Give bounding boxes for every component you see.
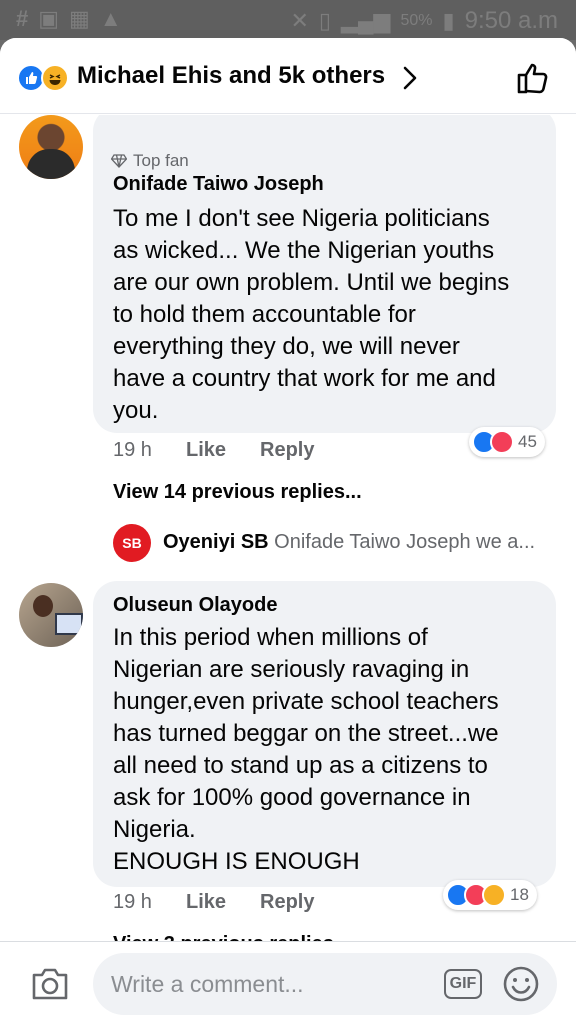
avatar[interactable] [19, 583, 83, 647]
wow-reaction-icon [482, 883, 506, 907]
battery-percent: 50% [400, 12, 433, 29]
comment-actions: 19 h Like Reply [113, 891, 314, 914]
reaction-icons [17, 64, 73, 92]
camera-icon[interactable] [30, 966, 70, 1007]
status-time: 9:50 a.m [464, 7, 558, 34]
top-fan-badge: Top fan [111, 151, 189, 171]
comment-input-wrapper: GIF [93, 953, 557, 1015]
reaction-count: 45 [518, 432, 537, 451]
reply-snippet: Onifade Taiwo Joseph we a... [274, 531, 536, 553]
like-button[interactable]: Like [186, 891, 260, 914]
reactions-summary[interactable]: Michael Ehis and 5k others [77, 62, 385, 90]
reaction-count: 18 [510, 885, 529, 904]
comment-text: To me I don't see Nigeria politicians as… [113, 205, 510, 424]
comments-sheet: Michael Ehis and 5k others Top fan Onifa… [0, 38, 576, 1024]
thumbs-up-icon[interactable] [515, 60, 551, 101]
comment-composer: GIF [0, 941, 576, 1024]
comment-input[interactable] [111, 967, 431, 1001]
vibrate-icon: ▯ [318, 8, 332, 33]
reaction-count-badge[interactable]: 18 [443, 880, 537, 910]
haha-reaction-icon [41, 64, 69, 92]
reply-button[interactable]: Reply [260, 891, 314, 914]
comment-author[interactable]: Oluseun Olayode [113, 594, 277, 617]
hash-icon: # [16, 6, 29, 31]
gallery-icon: ▦ [69, 6, 90, 31]
comment-list[interactable]: Top fan Onifade Taiwo Joseph To me I don… [0, 115, 576, 941]
status-bar: # ▣ ▦ ▲ ✕ ▯ ▂▄▆ 50% ▮ 9:50 a.m [0, 0, 576, 40]
gif-button[interactable]: GIF [444, 969, 482, 999]
comment-author[interactable]: Onifade Taiwo Joseph [113, 173, 324, 196]
comment-text: In this period when millions of Nigerian… [113, 624, 499, 875]
view-previous-replies[interactable]: View 3 previous replies... [113, 933, 351, 941]
diamond-icon [111, 154, 127, 168]
avatar[interactable] [19, 115, 83, 179]
mute-icon: ✕ [290, 8, 309, 33]
status-notification-icons: # ▣ ▦ ▲ [16, 6, 122, 32]
comment-time: 19 h [113, 439, 152, 461]
emoji-icon[interactable] [502, 965, 540, 1008]
reaction-count-badge[interactable]: 45 [469, 427, 545, 457]
warning-icon: ▲ [99, 6, 122, 31]
reply-avatar[interactable]: SB [113, 524, 151, 562]
view-previous-replies[interactable]: View 14 previous replies... [113, 481, 362, 504]
reply-preview[interactable]: Oyeniyi SB Onifade Taiwo Joseph we a... [163, 531, 553, 554]
battery-icon: ▮ [442, 8, 455, 33]
reactions-header[interactable]: Michael Ehis and 5k others [0, 38, 576, 114]
comment-time: 19 h [113, 891, 152, 913]
top-fan-label: Top fan [133, 151, 189, 170]
comment-actions: 19 h Like Reply [113, 439, 314, 462]
reply-button[interactable]: Reply [260, 439, 314, 462]
status-system-icons: ✕ ▯ ▂▄▆ 50% ▮ 9:50 a.m [290, 7, 558, 35]
like-button[interactable]: Like [186, 439, 260, 462]
love-reaction-icon [490, 430, 514, 454]
signal-icon: ▂▄▆ [341, 8, 391, 33]
chevron-right-icon[interactable] [400, 64, 420, 97]
reply-author: Oyeniyi SB [163, 531, 269, 553]
image-icon: ▣ [38, 6, 60, 31]
